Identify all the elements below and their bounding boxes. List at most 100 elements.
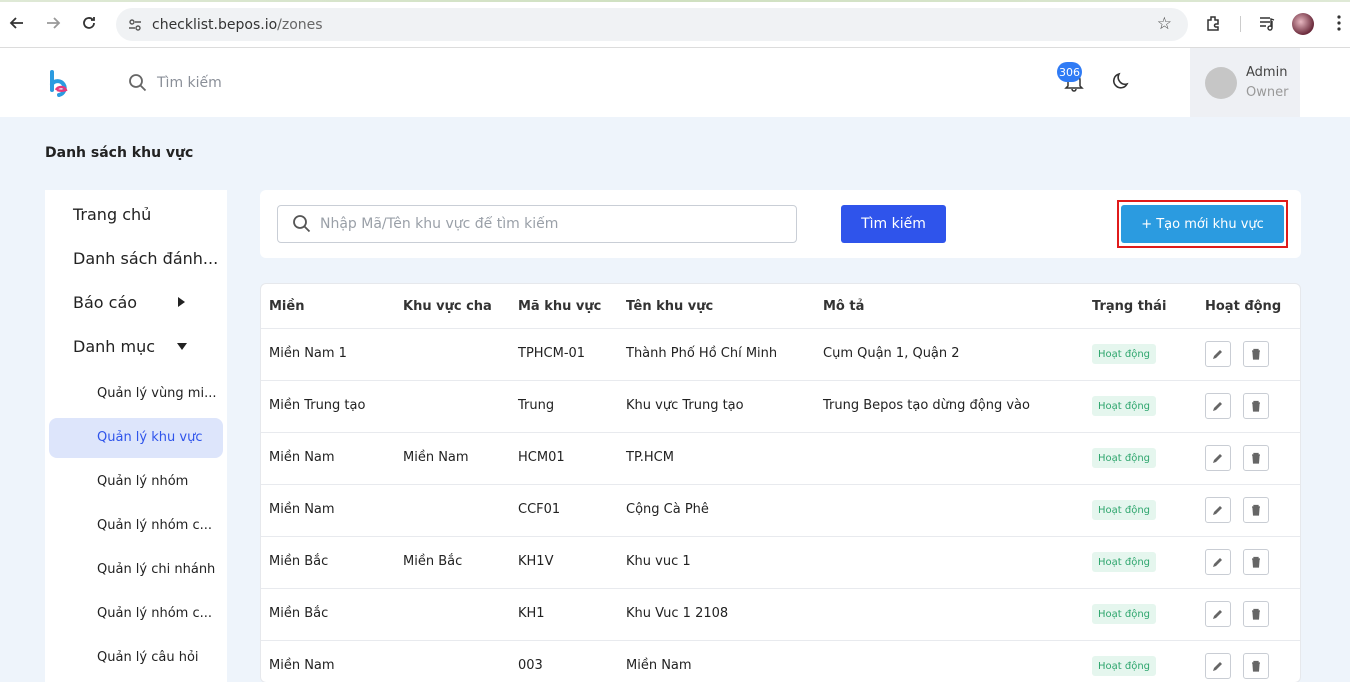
delete-button[interactable] xyxy=(1243,653,1269,679)
create-zone-button[interactable]: + Tạo mới khu vực xyxy=(1121,205,1284,243)
edit-button[interactable] xyxy=(1205,445,1231,471)
search-button[interactable]: Tìm kiếm xyxy=(841,205,946,243)
cell-parent: Miền Bắc xyxy=(403,554,463,569)
trash-icon xyxy=(1252,608,1260,620)
site-settings-icon[interactable] xyxy=(124,14,146,36)
table-row-divider xyxy=(261,328,1300,329)
delete-button[interactable] xyxy=(1243,393,1269,419)
forward-icon[interactable] xyxy=(42,12,64,34)
edit-button[interactable] xyxy=(1205,601,1231,627)
table-row-divider xyxy=(261,380,1300,381)
url-path: /zones xyxy=(277,16,323,33)
page-title: Danh sách khu vực xyxy=(45,145,194,161)
trash-icon xyxy=(1252,504,1260,516)
delete-button[interactable] xyxy=(1243,445,1269,471)
user-role: Owner xyxy=(1246,85,1289,100)
address-bar[interactable]: checklist.bepos.io/zones ☆ xyxy=(116,8,1188,41)
status-badge: Hoạt động xyxy=(1092,552,1156,572)
user-name: Admin xyxy=(1246,65,1288,80)
chevron-right-icon[interactable] xyxy=(178,297,185,307)
delete-button[interactable] xyxy=(1243,497,1269,523)
cell-region: Miền Nam xyxy=(269,502,335,517)
sidebar-sub-item-group-c[interactable]: Quản lý nhóm c... xyxy=(97,518,212,533)
toolbar-divider xyxy=(1240,16,1241,32)
edit-button[interactable] xyxy=(1205,341,1231,367)
cell-name: Cộng Cà Phê xyxy=(626,502,709,517)
zone-search-field[interactable] xyxy=(277,205,797,243)
pencil-icon xyxy=(1213,454,1222,463)
pencil-icon xyxy=(1213,610,1222,619)
column-header-region: Miền xyxy=(269,299,305,314)
cell-region: Miền Trung tạo xyxy=(269,398,366,413)
table-row-divider xyxy=(261,536,1300,537)
column-header-status: Trạng thái xyxy=(1092,299,1167,314)
cell-description: Trung Bepos tạo dừng động vào xyxy=(823,398,1030,413)
sidebar-sub-item-groups[interactable]: Quản lý nhóm xyxy=(97,474,188,489)
table-row-divider xyxy=(261,484,1300,485)
cell-name: Khu vực Trung tạo xyxy=(626,398,744,413)
sidebar-item-catalog[interactable]: Danh mục xyxy=(73,337,155,356)
cell-code: HCM01 xyxy=(518,450,565,465)
column-header-actions: Hoạt động xyxy=(1205,299,1282,314)
status-badge: Hoạt động xyxy=(1092,344,1156,364)
browser-menu-icon[interactable] xyxy=(1328,12,1350,34)
status-badge: Hoạt động xyxy=(1092,448,1156,468)
table-row-divider xyxy=(261,640,1300,641)
sidebar-sub-item-zones[interactable]: Quản lý khu vực xyxy=(97,430,202,445)
url-host: checklist.bepos.io xyxy=(152,16,278,33)
trash-icon xyxy=(1252,660,1260,672)
edit-button[interactable] xyxy=(1205,653,1231,679)
trash-icon xyxy=(1252,400,1260,412)
cell-description: Cụm Quận 1, Quận 2 xyxy=(823,346,960,361)
cell-name: Khu vuc 1 xyxy=(626,554,691,569)
sidebar-sub-item-branches[interactable]: Quản lý chi nhánh xyxy=(97,562,215,577)
bepos-logo-icon[interactable] xyxy=(48,70,72,100)
delete-button[interactable] xyxy=(1243,341,1269,367)
pencil-icon xyxy=(1213,558,1222,567)
edit-button[interactable] xyxy=(1205,497,1231,523)
delete-button[interactable] xyxy=(1243,601,1269,627)
trash-icon xyxy=(1252,348,1260,360)
back-icon[interactable] xyxy=(6,12,28,34)
extensions-icon[interactable] xyxy=(1203,12,1225,34)
sidebar-sub-item-questions[interactable]: Quản lý câu hỏi xyxy=(97,650,199,665)
pencil-icon xyxy=(1213,662,1222,671)
delete-button[interactable] xyxy=(1243,549,1269,575)
reload-icon[interactable] xyxy=(78,12,100,34)
chevron-down-icon[interactable] xyxy=(177,343,187,350)
url-text: checklist.bepos.io/zones xyxy=(152,17,323,33)
notification-badge: 306 xyxy=(1057,62,1082,82)
cell-code: CCF01 xyxy=(518,502,561,517)
sidebar-sub-item-regions[interactable]: Quản lý vùng mi... xyxy=(97,386,216,401)
media-queue-icon[interactable] xyxy=(1256,12,1278,34)
search-icon[interactable] xyxy=(128,73,148,93)
cell-code: 003 xyxy=(518,658,543,673)
table-row-divider xyxy=(261,588,1300,589)
sidebar-sub-item-group-c2[interactable]: Quản lý nhóm c... xyxy=(97,606,212,621)
table-row-divider xyxy=(261,432,1300,433)
moon-icon[interactable] xyxy=(1112,71,1132,91)
sidebar-item-reports[interactable]: Báo cáo xyxy=(73,293,137,312)
bookmark-star-icon[interactable]: ☆ xyxy=(1157,14,1172,34)
column-header-description: Mô tả xyxy=(823,299,865,314)
pencil-icon xyxy=(1213,402,1222,411)
header-search-placeholder[interactable]: Tìm kiếm xyxy=(157,75,222,91)
column-header-code: Mã khu vực xyxy=(518,299,602,314)
edit-button[interactable] xyxy=(1205,393,1231,419)
cell-code: Trung xyxy=(518,398,555,413)
pencil-icon xyxy=(1213,350,1222,359)
cell-region: Miền Bắc xyxy=(269,554,329,569)
sidebar-item-home[interactable]: Trang chủ xyxy=(73,205,151,224)
zone-search-input[interactable] xyxy=(320,216,780,232)
user-avatar[interactable] xyxy=(1205,67,1237,99)
sidebar-item-checklists[interactable]: Danh sách đánh... xyxy=(73,249,218,268)
edit-button[interactable] xyxy=(1205,549,1231,575)
browser-profile-avatar[interactable] xyxy=(1292,13,1314,35)
cell-name: TP.HCM xyxy=(626,450,674,465)
tab-strip-edge xyxy=(0,0,1350,2)
trash-icon xyxy=(1252,556,1260,568)
cell-name: Khu Vuc 1 2108 xyxy=(626,606,729,621)
cell-code: KH1 xyxy=(518,606,545,621)
cell-name: Miền Nam xyxy=(626,658,692,673)
status-badge: Hoạt động xyxy=(1092,500,1156,520)
